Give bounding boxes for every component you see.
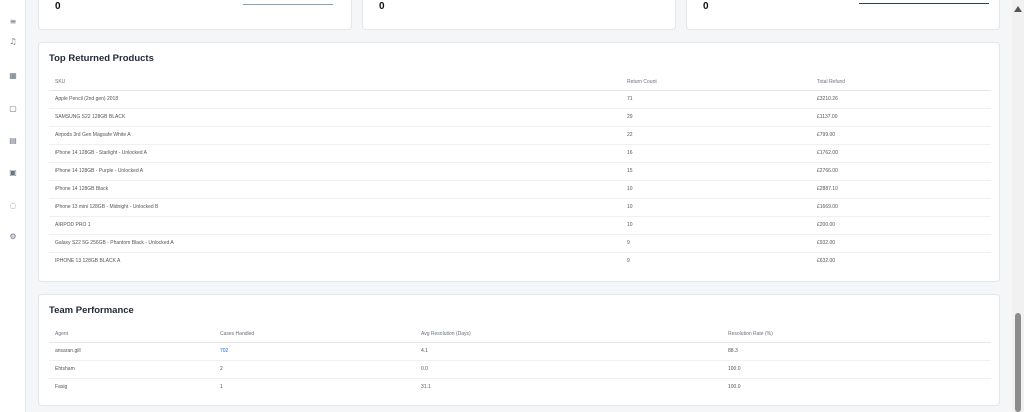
table-header-row: Agent Cases Handled Avg Resolution (Days…: [49, 326, 991, 343]
return-count-cell: 9: [627, 258, 630, 265]
agent-cell: ansaran.gill: [49, 342, 214, 361]
total-refund-cell: £932.00: [811, 234, 991, 253]
stat-sparkline: [243, 4, 333, 5]
cases-handled-cell[interactable]: 1: [214, 378, 415, 396]
table-row[interactable]: iPhone 13 mini 128GB - Midnight - Unlock…: [49, 198, 991, 217]
table-row[interactable]: iPhone 14 128GB Black 10 £2887.10: [49, 180, 991, 199]
total-refund-cell: £1137.00: [811, 108, 991, 127]
return-count-cell: 15: [621, 162, 811, 181]
column-header-resolution-rate[interactable]: Resolution Rate (%): [722, 326, 991, 343]
box-icon[interactable]: ▢: [7, 103, 19, 115]
scroll-up-arrow-icon[interactable]: [1014, 6, 1022, 12]
sidebar: ≡ ♫ ▦ ▢ ▤ ▣ ◌ ⚙: [0, 0, 26, 412]
column-header-cases-handled[interactable]: Cases Handled: [214, 326, 415, 343]
return-count-cell: 16: [621, 144, 811, 163]
total-refund-cell: £2766.00: [811, 162, 991, 181]
table-row[interactable]: iPhone 14 128GB - Purple - Unlocked A 15 £…: [49, 162, 991, 181]
sku-cell: AIRPOD PRO 1: [49, 216, 621, 235]
sku-cell: iPhone 14 128GB - Starlight - Unlocked A: [49, 144, 621, 163]
document-icon[interactable]: ▣: [7, 167, 19, 179]
panel-title: Top Returned Products: [49, 53, 154, 64]
stat-value: 0: [703, 1, 709, 12]
stat-card: 0: [686, 0, 1000, 30]
column-header-avg-resolution[interactable]: Avg Resolution (Days): [415, 326, 722, 343]
table-row[interactable]: AIRPOD PRO 1 10 £200.00: [49, 216, 991, 235]
column-header-agent[interactable]: Agent: [49, 326, 214, 343]
total-refund-cell: £632.00: [817, 258, 836, 265]
table-row[interactable]: iPhone 14 128GB - Starlight - Unlocked A…: [49, 144, 991, 163]
total-refund-cell: £200.00: [811, 216, 991, 235]
chart-icon[interactable]: ▤: [7, 135, 19, 147]
sku-cell: Airpods 3rd Gen Magsafe White A: [49, 126, 621, 145]
column-header-return-count[interactable]: Return Count: [621, 74, 811, 91]
stat-sparkline: [859, 3, 989, 4]
top-returned-table: SKU Return Count Total Refund Apple Penc…: [49, 74, 991, 270]
return-count-cell: 71: [621, 90, 811, 109]
column-header-sku[interactable]: SKU: [49, 74, 621, 91]
table-row[interactable]: Galaxy S22 5G 256GB - Phantom Black - Un…: [49, 234, 991, 253]
table-row[interactable]: IPHONE 13 128GB BLACK A 9 £632.00: [49, 252, 991, 270]
resolution-rate-cell: 100.0: [728, 384, 741, 391]
table-row[interactable]: SAMSUNG S22 128GB BLACK 29 £1137.00: [49, 108, 991, 127]
chat-icon[interactable]: ◌: [7, 200, 19, 212]
stats-row: 0 0 0: [38, 0, 1000, 30]
cases-handled-cell[interactable]: 2: [214, 360, 415, 379]
stat-card: 0: [362, 0, 676, 30]
resolution-rate-cell: 88.3: [722, 342, 991, 361]
sku-cell: IPHONE 13 128GB BLACK A: [55, 258, 121, 265]
table-row[interactable]: Ehtsham 2 0.0 100.0: [49, 360, 991, 379]
stat-value: 0: [379, 1, 385, 12]
table-row[interactable]: Airpods 3rd Gen Magsafe White A 22 £799.00: [49, 126, 991, 145]
settings-icon[interactable]: ⚙: [7, 231, 19, 243]
avg-resolution-cell: 4.1: [415, 342, 722, 361]
avg-resolution-cell: 0.0: [415, 360, 722, 379]
cases-handled-cell[interactable]: 702: [214, 342, 415, 361]
sku-cell: iPhone 14 128GB - Purple - Unlocked A: [49, 162, 621, 181]
panel-title: Team Performance: [49, 305, 134, 316]
total-refund-cell: £3210.26: [811, 90, 991, 109]
return-count-cell: 29: [621, 108, 811, 127]
table-header-row: SKU Return Count Total Refund: [49, 74, 991, 91]
sku-cell: SAMSUNG S22 128GB BLACK: [49, 108, 621, 127]
team-performance-panel: Team Performance Agent Cases Handled Avg…: [38, 294, 1000, 406]
total-refund-cell: £1762.00: [811, 144, 991, 163]
sku-cell: Apple Pencil (2nd gen) 2018: [49, 90, 621, 109]
sku-cell: iPhone 13 mini 128GB - Midnight - Unlock…: [49, 198, 621, 217]
bell-icon[interactable]: ♫: [7, 36, 19, 48]
agent-cell: Fasig: [55, 384, 68, 391]
return-count-cell: 22: [621, 126, 811, 145]
total-refund-cell: £2887.10: [811, 180, 991, 199]
return-count-cell: 10: [621, 216, 811, 235]
resolution-rate-cell: 100.0: [722, 360, 991, 379]
stat-value: 0: [55, 1, 61, 12]
vertical-scrollbar[interactable]: [1012, 0, 1024, 412]
return-count-cell: 10: [621, 198, 811, 217]
column-header-total-refund[interactable]: Total Refund: [811, 74, 991, 91]
top-returned-products-panel: Top Returned Products SKU Return Count T…: [38, 42, 1000, 282]
avg-resolution-cell: 31.1: [421, 384, 431, 391]
scrollbar-thumb[interactable]: [1015, 313, 1021, 412]
table-row[interactable]: Apple Pencil (2nd gen) 2018 71 £3210.26: [49, 90, 991, 109]
team-performance-table: Agent Cases Handled Avg Resolution (Days…: [49, 326, 991, 396]
agent-cell: Ehtsham: [49, 360, 214, 379]
stat-card: 0: [38, 0, 352, 30]
table-row[interactable]: Fasig 1 31.1 100.0: [49, 378, 991, 396]
total-refund-cell: £1669.00: [811, 198, 991, 217]
main-content: 0 0 0 Top Returned Products SKU Return C…: [26, 0, 1012, 412]
sku-cell: iPhone 14 128GB Black: [49, 180, 621, 199]
table-row[interactable]: ansaran.gill 702 4.1 88.3: [49, 342, 991, 361]
return-count-cell: 9: [621, 234, 811, 253]
total-refund-cell: £799.00: [811, 126, 991, 145]
grid-icon[interactable]: ▦: [7, 70, 19, 82]
sku-cell: Galaxy S22 5G 256GB - Phantom Black - Un…: [49, 234, 621, 253]
menu-icon[interactable]: ≡: [7, 16, 19, 28]
return-count-cell: 10: [621, 180, 811, 199]
